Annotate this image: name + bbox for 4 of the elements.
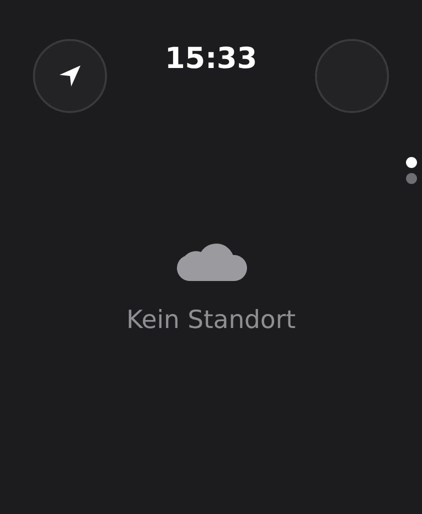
page-dot[interactable]: [406, 157, 417, 168]
page-dot[interactable]: [406, 173, 417, 184]
no-location-message: Kein Standort: [126, 305, 296, 334]
clock-time: 15:33: [164, 41, 258, 75]
